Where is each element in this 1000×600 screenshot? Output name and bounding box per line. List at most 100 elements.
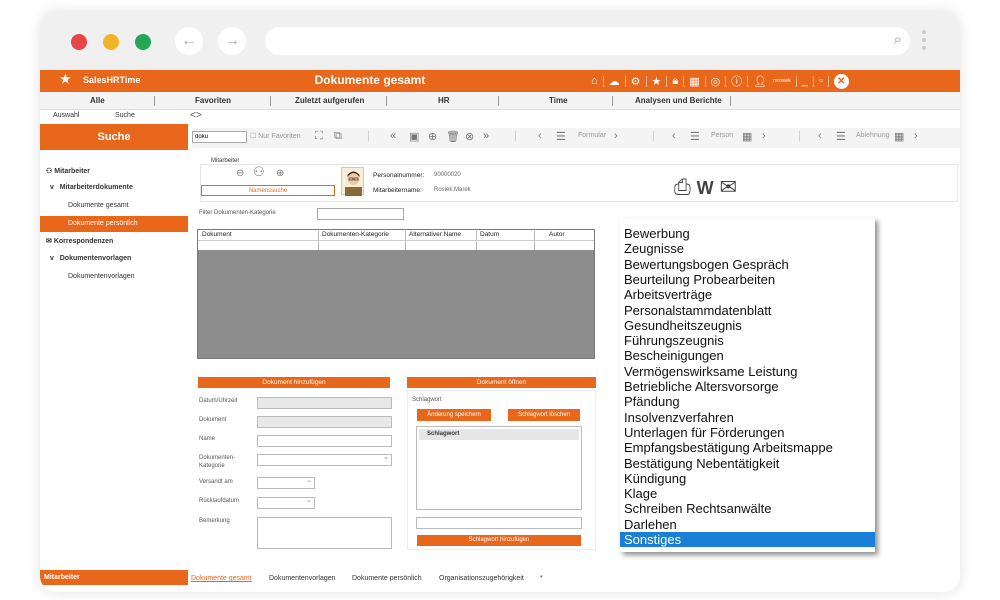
bemerkung-field[interactable]: [257, 517, 392, 549]
previous-employee-icon[interactable]: ⊖: [236, 168, 244, 179]
versandt-date[interactable]: [257, 476, 315, 489]
category-dropdown-list[interactable]: Bewerbung Zeugnisse Bewertungsbogen Gesprä…: [620, 218, 875, 552]
dropdown-option[interactable]: Personalstammdatenblatt: [624, 303, 771, 318]
col-autor[interactable]: Autor: [549, 231, 565, 238]
delete-keyword-button[interactable]: Schlagwort löschen: [508, 409, 580, 421]
keyword-list[interactable]: Schlagwort: [416, 426, 582, 510]
dropdown-option[interactable]: Bestätigung Nebentätigkeit: [624, 456, 779, 471]
next-employee-icon[interactable]: ⊕: [276, 168, 284, 179]
calendar-icon[interactable]: ▦: [689, 75, 699, 88]
ablehnung-label[interactable]: Ablehnung: [856, 132, 889, 139]
dropdown-option[interactable]: Bewerbung: [624, 226, 690, 241]
dropdown-option[interactable]: Darlehen: [624, 517, 677, 532]
dropdown-option[interactable]: Zeugnisse: [624, 241, 684, 256]
dropdown-option[interactable]: Schreiben Rechtsanwälte: [624, 501, 771, 516]
forward-arrow-icon[interactable]: →: [218, 27, 246, 55]
dropdown-option[interactable]: Beurteilung Probearbeiten: [624, 272, 775, 287]
footer-tab-dokumente-persoenlich[interactable]: Dokumente persönlich: [352, 575, 422, 582]
keyword-input[interactable]: [416, 517, 582, 529]
nav-item-time[interactable]: Time: [549, 96, 568, 105]
col-datum[interactable]: Datum: [480, 231, 499, 238]
maximize-window-dot[interactable]: [135, 34, 151, 50]
prev-ablehnung-icon[interactable]: ‹: [818, 130, 822, 142]
sidebar-item-korrespondenzen[interactable]: ✉ Korrespondenzen: [40, 234, 188, 250]
col-alternativer-name[interactable]: Alternativer Name: [409, 231, 461, 238]
dropdown-option[interactable]: Empfangsbestätigung Arbeitsmappe: [624, 440, 833, 455]
nav-item-analysen[interactable]: Analysen und Berichte: [635, 96, 722, 105]
envelope-icon[interactable]: ✉: [720, 176, 738, 199]
address-bar[interactable]: ⌕: [265, 27, 910, 55]
footer-tab-dokumente-gesamt[interactable]: Dokumente gesamt: [191, 575, 252, 582]
close-window-dot[interactable]: [71, 34, 87, 50]
dropdown-option[interactable]: Gesundheitszeugnis: [624, 318, 742, 333]
chat-icon[interactable]: ◎: [711, 75, 721, 88]
first-page-icon[interactable]: «: [390, 130, 396, 142]
nav-item-alle[interactable]: Alle: [90, 96, 105, 105]
formular-label[interactable]: Formular: [578, 132, 606, 139]
prev-formular-icon[interactable]: ‹: [538, 130, 542, 142]
expand-icon[interactable]: ⛶: [315, 130, 323, 143]
next-person-icon[interactable]: ›: [762, 130, 766, 142]
maximize-icon[interactable]: ▫: [819, 75, 823, 87]
kategorie-select[interactable]: [257, 453, 392, 466]
sidebar-item-dokumente-gesamt[interactable]: Dokumente gesamt: [40, 198, 188, 214]
namesuche-button[interactable]: Namenssuche: [201, 185, 335, 196]
sidebar-item-dokumente-persoenlich[interactable]: Dokumente persönlich: [40, 216, 188, 232]
next-ablehnung-icon[interactable]: ›: [914, 130, 918, 142]
name-field[interactable]: [257, 435, 392, 447]
employee-group-icon[interactable]: ⚇: [253, 164, 265, 180]
browser-menu-icon[interactable]: [922, 26, 928, 54]
ruecklauf-date[interactable]: [257, 496, 315, 509]
panel-arrows[interactable]: <>: [190, 110, 202, 121]
gear-icon[interactable]: ⚙: [631, 75, 641, 88]
dropdown-option[interactable]: Sonstiges: [620, 532, 875, 547]
footer-tab-organisation[interactable]: Organisationszugehörigkeit: [439, 575, 524, 582]
last-page-icon[interactable]: »: [483, 130, 489, 142]
dropdown-option[interactable]: Bescheinigungen: [624, 348, 724, 363]
dropdown-option[interactable]: Bewertungsbogen Gespräch: [624, 257, 789, 272]
scanner-icon[interactable]: ⎙: [674, 176, 691, 199]
footer-tab-more[interactable]: *: [540, 575, 543, 582]
external-link-icon[interactable]: ⧉: [334, 130, 342, 143]
dropdown-option[interactable]: Pfändung: [624, 394, 680, 409]
word-icon[interactable]: W: [697, 178, 714, 198]
user-name[interactable]: mrosiek: [773, 78, 791, 84]
cancel-icon[interactable]: ⊗: [465, 130, 474, 143]
footer-sidebar-label[interactable]: Mitarbeiter: [40, 570, 188, 585]
filter-input[interactable]: [317, 208, 404, 220]
prev-person-icon[interactable]: ‹: [672, 130, 676, 142]
home-icon[interactable]: ⌂: [591, 75, 598, 87]
close-icon[interactable]: ✕: [833, 73, 849, 89]
dropdown-option[interactable]: Betriebliche Altersvorsorge: [624, 379, 779, 394]
document-grid[interactable]: Dokument Dokumenten-Kategorie Alternativ…: [197, 229, 595, 359]
minimize-window-dot[interactable]: [103, 34, 119, 50]
back-arrow-icon[interactable]: ←: [175, 27, 203, 55]
next-formular-icon[interactable]: ›: [614, 130, 618, 142]
save-changes-button[interactable]: Änderung speichern: [417, 409, 491, 421]
dropdown-option[interactable]: Kündigung: [624, 471, 686, 486]
tab-suche[interactable]: Suche: [115, 112, 135, 119]
nav-item-hr[interactable]: HR: [438, 96, 450, 105]
search-input[interactable]: [192, 131, 247, 143]
sidebar-item-dokumentenvorlagen[interactable]: Dokumentenvorlagen: [40, 269, 188, 285]
dropdown-option[interactable]: Führungszeugnis: [624, 333, 724, 348]
delete-icon[interactable]: 🗑︎: [446, 130, 460, 143]
calendar-icon[interactable]: ▦: [742, 130, 752, 143]
grid-filter-row[interactable]: [198, 240, 594, 250]
search-icon[interactable]: ⌕: [894, 31, 902, 48]
star-icon[interactable]: ★: [652, 75, 662, 88]
sidebar-item-dokumentenvorlagen-group[interactable]: v Dokumentenvorlagen: [40, 251, 188, 267]
sidebar-item-mitarbeiterdokumente[interactable]: v Mitarbeiterdokumente: [40, 180, 188, 196]
add-keyword-button[interactable]: Schlagwort hinzufügen: [417, 535, 581, 546]
dropdown-option[interactable]: Insolvenzverfahren: [624, 410, 734, 425]
favorites-checkbox[interactable]: ☐ Nur Favoriten: [250, 132, 301, 140]
person-label[interactable]: Person: [711, 132, 733, 139]
minimize-icon[interactable]: _: [802, 75, 808, 87]
col-kategorie[interactable]: Dokumenten-Kategorie: [322, 231, 389, 238]
user-icon[interactable]: 👤︎: [753, 75, 767, 88]
open-document-header[interactable]: Dokument öffnen: [407, 377, 596, 388]
dropdown-option[interactable]: Arbeitsverträge: [624, 287, 712, 302]
info-icon[interactable]: ⓘ: [731, 73, 742, 89]
dropdown-option[interactable]: Vermögenswirksame Leistung: [624, 364, 797, 379]
sidebar-item-mitarbeiter[interactable]: ⚇ Mitarbeiter: [40, 164, 188, 180]
